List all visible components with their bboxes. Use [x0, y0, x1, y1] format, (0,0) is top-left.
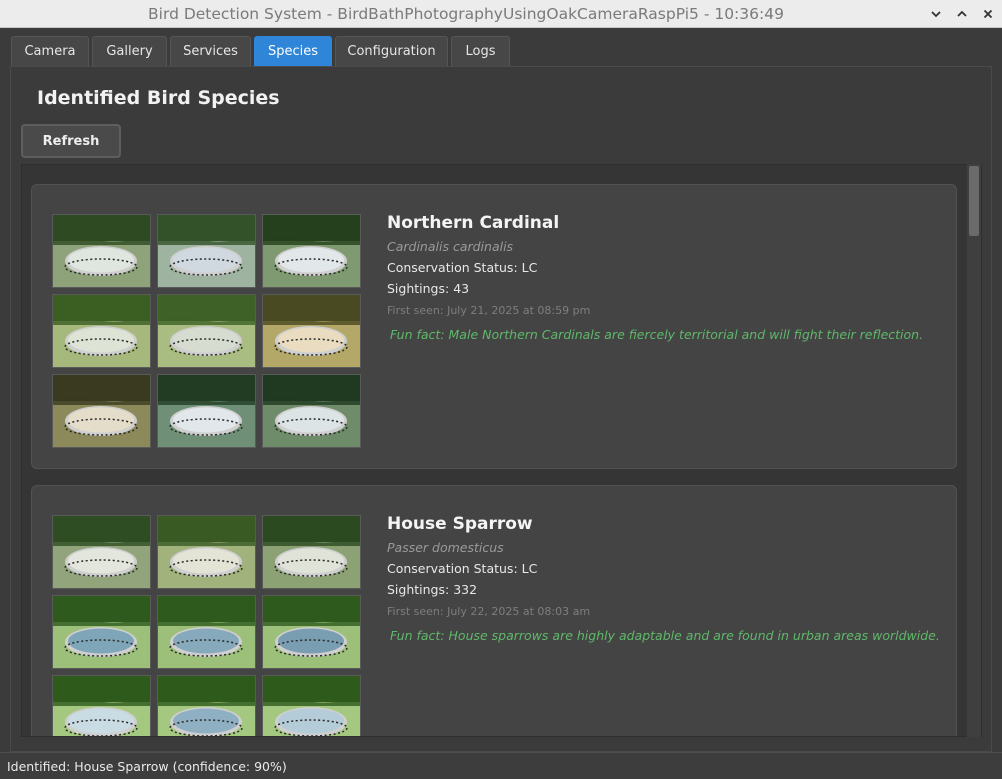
- species-card: House Sparrow Passer domesticus Conserva…: [31, 485, 957, 736]
- tab-bar: Camera Gallery Services Species Configur…: [0, 28, 1002, 66]
- tab-services[interactable]: Services: [170, 36, 251, 66]
- tab-configuration[interactable]: Configuration: [335, 36, 448, 66]
- bird-photo-thumbnail[interactable]: [157, 294, 256, 368]
- minimize-button[interactable]: [926, 4, 946, 24]
- scientific-name: Passer domesticus: [387, 540, 504, 555]
- bird-photo-thumbnail[interactable]: [262, 515, 361, 589]
- species-name: House Sparrow: [387, 514, 533, 534]
- first-seen: First seen: July 22, 2025 at 08:03 am: [387, 605, 591, 618]
- bird-photo-thumbnail[interactable]: [52, 515, 151, 589]
- conservation-status: Conservation Status: LC: [387, 561, 538, 576]
- species-panel: Identified Bird Species Refresh Northern…: [10, 66, 992, 752]
- species-name: Northern Cardinal: [387, 213, 560, 233]
- window-title: Bird Detection System - BirdBathPhotogra…: [148, 5, 784, 23]
- scrollbar-thumb[interactable]: [969, 166, 979, 236]
- close-icon: [983, 9, 993, 19]
- bird-photo-thumbnail[interactable]: [157, 374, 256, 448]
- page-title: Identified Bird Species: [37, 87, 280, 109]
- bird-photo-thumbnail[interactable]: [52, 214, 151, 288]
- status-text: Identified: House Sparrow (confidence: 9…: [7, 759, 287, 774]
- sightings-count: Sightings: 332: [387, 582, 478, 597]
- chevron-down-icon: [931, 11, 941, 18]
- fun-fact: Fun fact: House sparrows are highly adap…: [390, 628, 940, 643]
- app-window: Bird Detection System - BirdBathPhotogra…: [0, 0, 1002, 779]
- conservation-status: Conservation Status: LC: [387, 260, 538, 275]
- bird-photo-thumbnail[interactable]: [262, 294, 361, 368]
- close-button[interactable]: [978, 4, 998, 24]
- bird-photo-thumbnail[interactable]: [262, 214, 361, 288]
- bird-photo-thumbnail[interactable]: [52, 294, 151, 368]
- bird-photo-thumbnail[interactable]: [157, 515, 256, 589]
- sightings-count: Sightings: 43: [387, 281, 470, 296]
- chevron-up-icon: [957, 10, 967, 17]
- bird-photo-thumbnail[interactable]: [52, 374, 151, 448]
- tab-gallery[interactable]: Gallery: [92, 36, 167, 66]
- bird-photo-thumbnail[interactable]: [52, 595, 151, 669]
- tab-camera[interactable]: Camera: [11, 36, 89, 66]
- bird-photo-thumbnail[interactable]: [52, 675, 151, 736]
- maximize-button[interactable]: [952, 4, 972, 24]
- status-bar: Identified: House Sparrow (confidence: 9…: [0, 752, 1002, 779]
- fun-fact: Fun fact: Male Northern Cardinals are fi…: [390, 327, 924, 342]
- refresh-button[interactable]: Refresh: [21, 124, 121, 158]
- tab-species[interactable]: Species: [254, 36, 332, 66]
- bird-photo-thumbnail[interactable]: [157, 675, 256, 736]
- species-info: Northern Cardinal Cardinalis cardinalis …: [387, 213, 923, 342]
- species-list[interactable]: Northern Cardinal Cardinalis cardinalis …: [21, 164, 982, 737]
- scientific-name: Cardinalis cardinalis: [387, 239, 514, 254]
- bird-photo-thumbnail[interactable]: [262, 595, 361, 669]
- species-info: House Sparrow Passer domesticus Conserva…: [387, 514, 940, 643]
- species-card: Northern Cardinal Cardinalis cardinalis …: [31, 184, 957, 469]
- tab-logs[interactable]: Logs: [451, 36, 510, 66]
- bird-photo-thumbnail[interactable]: [262, 675, 361, 736]
- bird-photo-thumbnail[interactable]: [262, 374, 361, 448]
- bird-photo-thumbnail[interactable]: [157, 214, 256, 288]
- vertical-scrollbar[interactable]: [967, 164, 981, 737]
- bird-photo-thumbnail[interactable]: [157, 595, 256, 669]
- first-seen: First seen: July 21, 2025 at 08:59 pm: [387, 304, 591, 317]
- title-bar: Bird Detection System - BirdBathPhotogra…: [0, 0, 1002, 28]
